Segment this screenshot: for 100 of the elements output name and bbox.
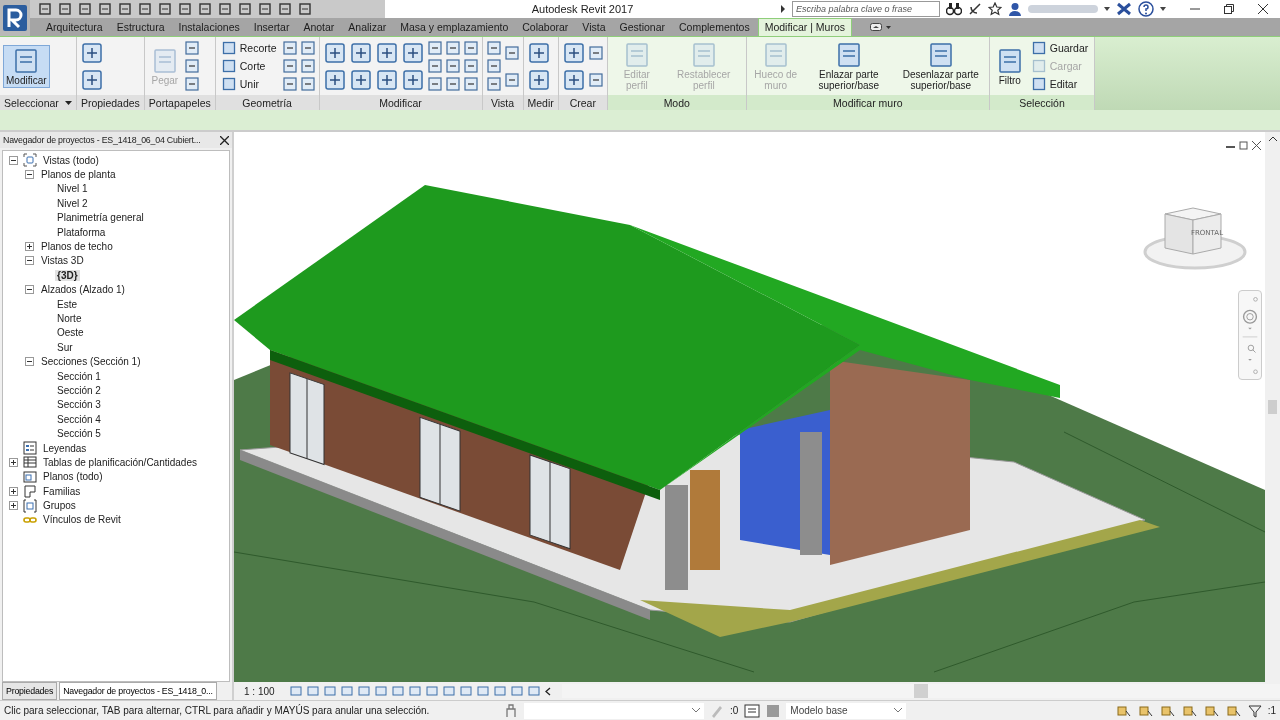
expand-icon[interactable] bbox=[780, 5, 786, 13]
toolbar-icon[interactable] bbox=[526, 67, 551, 92]
toolbar-icon[interactable] bbox=[766, 703, 781, 718]
toolbar-icon[interactable] bbox=[425, 685, 438, 697]
ribbon-button[interactable]: Editar bbox=[1028, 76, 1081, 92]
collapse-icon[interactable] bbox=[8, 155, 18, 165]
selection-option-icon[interactable] bbox=[1225, 703, 1242, 718]
caret-icon[interactable] bbox=[1104, 7, 1110, 11]
toolbar-icon[interactable] bbox=[426, 58, 443, 74]
toolbar-icon[interactable] bbox=[98, 2, 112, 16]
ribbon-toggle-icon[interactable] bbox=[870, 23, 892, 31]
tree-item[interactable]: Vínculos de Revit bbox=[41, 514, 123, 526]
vertical-scrollbar[interactable] bbox=[1265, 132, 1280, 682]
toolbar-icon[interactable] bbox=[485, 76, 502, 92]
toolbar-icon[interactable] bbox=[527, 685, 540, 697]
close-icon[interactable] bbox=[1258, 4, 1268, 14]
tree-item[interactable]: Oeste bbox=[55, 327, 86, 339]
tree-item[interactable]: Familias bbox=[41, 485, 83, 497]
app-logo[interactable] bbox=[0, 0, 30, 36]
tree-item[interactable]: Plataforma bbox=[55, 226, 108, 238]
selection-option-icon[interactable] bbox=[1115, 703, 1132, 718]
expand-icon[interactable] bbox=[8, 457, 18, 467]
toolbar-icon[interactable] bbox=[503, 71, 520, 88]
ribbon-tab[interactable]: Arquitectura bbox=[40, 19, 109, 36]
toolbar-icon[interactable] bbox=[178, 2, 192, 16]
search-field[interactable]: Escriba palabra clave o frase bbox=[792, 1, 940, 17]
exchange-icon[interactable] bbox=[1116, 2, 1132, 16]
binoculars-icon[interactable] bbox=[946, 2, 962, 16]
tree-item[interactable]: Sección 2 bbox=[55, 384, 103, 396]
tree-item[interactable]: {3D} bbox=[55, 269, 80, 281]
toolbar-icon[interactable] bbox=[348, 40, 373, 65]
caret-icon[interactable] bbox=[1160, 7, 1166, 11]
ribbon-button[interactable]: Corte bbox=[218, 58, 269, 74]
toolbar-icon[interactable] bbox=[58, 2, 72, 16]
toolbar-icon[interactable] bbox=[298, 2, 312, 16]
toolbar-icon[interactable] bbox=[493, 685, 506, 697]
toolbar-icon[interactable] bbox=[561, 67, 586, 92]
toolbar-icon[interactable] bbox=[281, 40, 298, 56]
ribbon-button[interactable]: Enlazar parte superior/base bbox=[803, 39, 894, 93]
ribbon-tab[interactable]: Vista bbox=[576, 19, 612, 36]
tree-item[interactable]: Sección 3 bbox=[55, 399, 103, 411]
toolbar-icon[interactable] bbox=[374, 685, 387, 697]
tree-item[interactable]: Planimetría general bbox=[55, 212, 146, 224]
ribbon-tab[interactable]: Masa y emplazamiento bbox=[394, 19, 515, 36]
tree-item[interactable]: Sección 1 bbox=[55, 370, 103, 382]
toolbar-icon[interactable] bbox=[391, 685, 404, 697]
ribbon-button[interactable]: Desenlazar parte superior/base bbox=[895, 39, 986, 93]
tree-item[interactable]: Vistas 3D bbox=[39, 255, 86, 267]
toolbar-icon[interactable] bbox=[323, 685, 336, 697]
toolbar-icon[interactable] bbox=[510, 685, 523, 697]
toolbar-icon[interactable] bbox=[183, 40, 200, 56]
viewcube-drawing[interactable] bbox=[1143, 207, 1247, 270]
toolbar-icon[interactable] bbox=[462, 76, 479, 92]
toolbar-icon[interactable] bbox=[281, 58, 298, 74]
toolbar-icon[interactable] bbox=[503, 44, 520, 61]
toolbar-icon[interactable] bbox=[78, 2, 92, 16]
ribbon-tab[interactable]: Gestionar bbox=[613, 19, 672, 36]
expand-icon[interactable] bbox=[8, 501, 18, 511]
ribbon-tab[interactable]: Modificar | Muros bbox=[757, 18, 852, 36]
selection-option-icon[interactable] bbox=[1137, 703, 1154, 718]
toolbar-icon[interactable] bbox=[138, 2, 152, 16]
toolbar-icon[interactable] bbox=[426, 76, 443, 92]
star-icon[interactable] bbox=[988, 2, 1002, 16]
toolbar-icon[interactable] bbox=[462, 58, 479, 74]
ribbon-tab[interactable]: Insertar bbox=[247, 19, 296, 36]
toolbar-icon[interactable] bbox=[158, 2, 172, 16]
close-icon[interactable] bbox=[220, 135, 229, 145]
chevron-icon[interactable] bbox=[544, 686, 551, 696]
toolbar-icon[interactable] bbox=[289, 685, 302, 697]
toolbar-icon[interactable] bbox=[408, 685, 421, 697]
ribbon-tab[interactable]: Complementos bbox=[673, 19, 756, 36]
toolbar-icon[interactable] bbox=[118, 2, 132, 16]
user-icon[interactable] bbox=[1008, 2, 1022, 16]
expand-icon[interactable] bbox=[24, 242, 34, 252]
toolbar-icon[interactable] bbox=[476, 685, 489, 697]
ribbon-tab[interactable]: Instalaciones bbox=[172, 19, 246, 36]
toolbar-icon[interactable] bbox=[348, 67, 373, 92]
tree-item[interactable]: Tablas de planificación/Cantidades bbox=[41, 456, 199, 468]
ribbon-tab[interactable]: Estructura bbox=[110, 19, 171, 36]
toolbar-icon[interactable] bbox=[561, 40, 586, 65]
toolbar-icon[interactable] bbox=[444, 76, 461, 92]
tree-item[interactable]: Grupos bbox=[41, 500, 78, 512]
toolbar-icon[interactable] bbox=[485, 40, 502, 56]
panel-tab[interactable]: Navegador de proyectos - ES_1418_0... bbox=[59, 682, 217, 700]
expand-icon[interactable] bbox=[8, 486, 18, 496]
toolbar-icon[interactable] bbox=[444, 40, 461, 56]
view-scale[interactable]: 1 : 100 bbox=[244, 685, 275, 697]
toolbar-icon[interactable] bbox=[299, 40, 316, 56]
toolbar-icon[interactable] bbox=[462, 40, 479, 56]
toolbar-icon[interactable] bbox=[258, 2, 272, 16]
tree-item[interactable]: Sur bbox=[55, 341, 75, 353]
tree-item[interactable]: Vistas (todo) bbox=[41, 154, 101, 166]
tree-item[interactable]: Nivel 2 bbox=[55, 197, 90, 209]
tree-item[interactable]: Norte bbox=[55, 313, 84, 324]
toolbar-icon[interactable] bbox=[299, 58, 316, 74]
help-icon[interactable] bbox=[1138, 1, 1154, 17]
toolbar-icon[interactable] bbox=[526, 40, 551, 65]
tree-item[interactable]: Planos (todo) bbox=[41, 471, 105, 483]
toolbar-icon[interactable] bbox=[278, 2, 292, 16]
toolbar-icon[interactable] bbox=[198, 2, 212, 16]
